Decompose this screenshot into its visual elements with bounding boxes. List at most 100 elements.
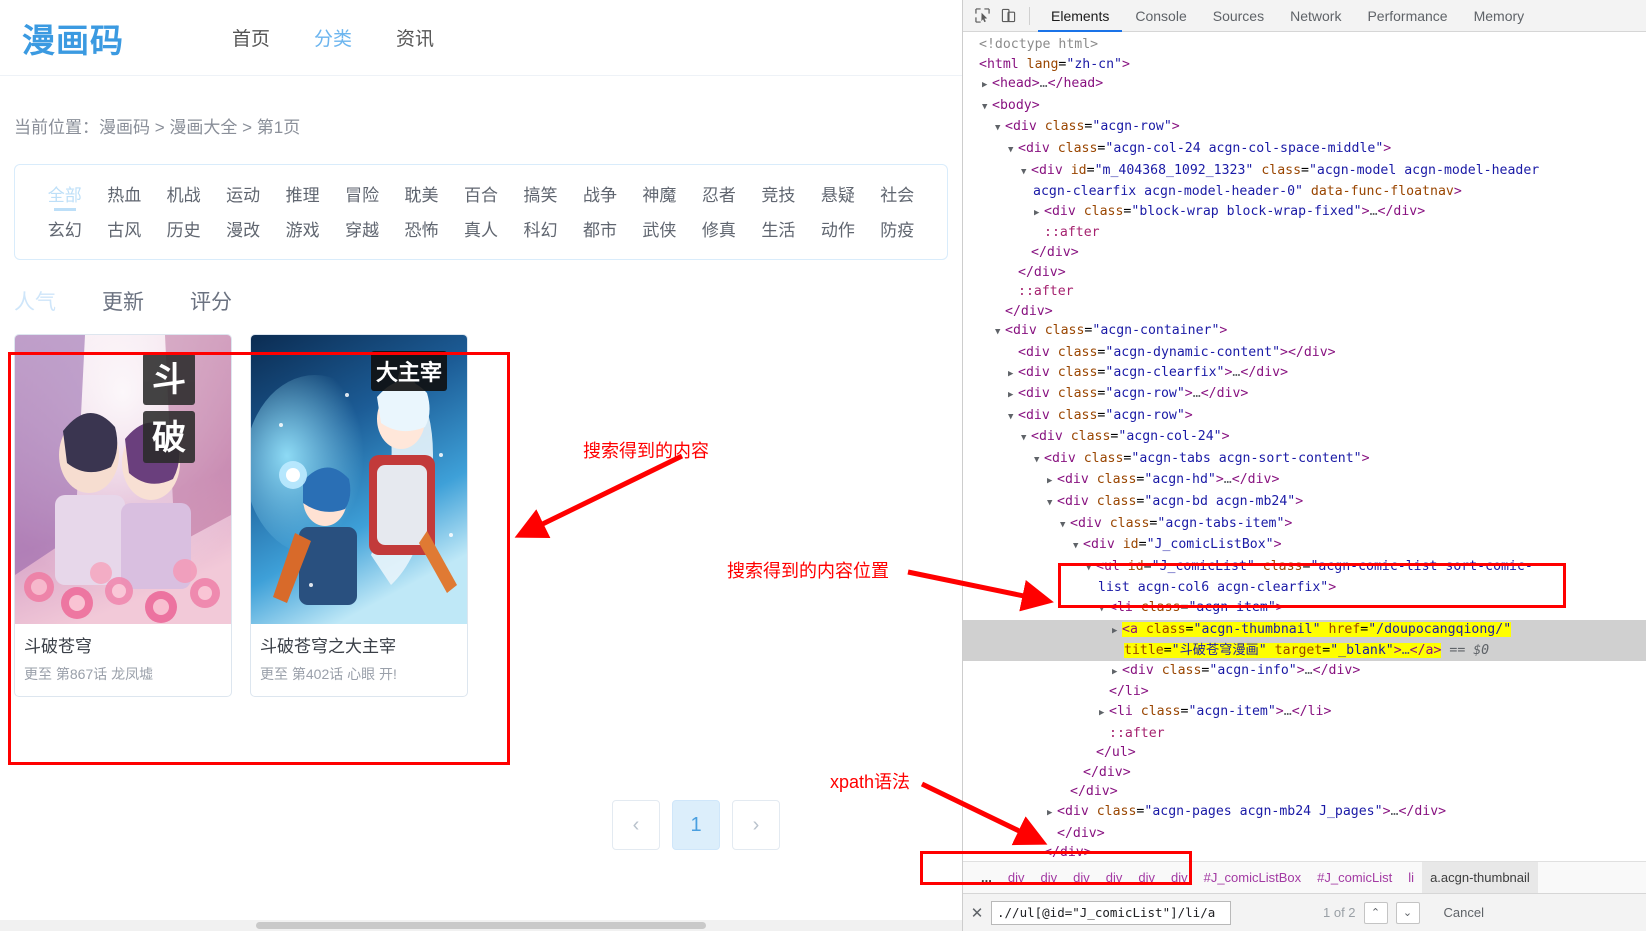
- nav-item-home[interactable]: 首页: [232, 24, 270, 51]
- breadcrumb-item[interactable]: div: [1163, 870, 1196, 885]
- breadcrumb-item[interactable]: #J_comicListBox: [1196, 870, 1310, 885]
- dom-tree-line[interactable]: ::after: [963, 282, 1646, 302]
- tab-elements[interactable]: Elements: [1038, 1, 1123, 32]
- category-都市[interactable]: 都市: [570, 216, 629, 245]
- breadcrumb-item[interactable]: div: [1130, 870, 1163, 885]
- twisty-closed-icon[interactable]: ▶: [1008, 386, 1018, 406]
- twisty-open-icon[interactable]: ▼: [1008, 408, 1018, 428]
- category-全部[interactable]: 全部: [35, 181, 94, 210]
- category-穿越[interactable]: 穿越: [332, 216, 391, 245]
- twisty-closed-icon[interactable]: ▶: [1099, 704, 1109, 724]
- tab-console[interactable]: Console: [1122, 1, 1199, 32]
- twisty-closed-icon[interactable]: ▶: [1034, 204, 1044, 224]
- category-忍者[interactable]: 忍者: [689, 181, 748, 210]
- dom-tree-line[interactable]: acgn-clearfix acgn-model-header-0" data-…: [963, 182, 1646, 202]
- dom-tree-line[interactable]: <html lang="zh-cn">: [963, 55, 1646, 75]
- nav-item-category[interactable]: 分类: [314, 24, 352, 51]
- category-漫改[interactable]: 漫改: [213, 216, 272, 245]
- dom-tree-line[interactable]: ▶ <div class="acgn-clearfix">…</div>: [963, 363, 1646, 385]
- dom-tree[interactable]: <!doctype html> <html lang="zh-cn"> ▶ <head…: [963, 32, 1646, 861]
- category-古风[interactable]: 古风: [94, 216, 153, 245]
- category-真人[interactable]: 真人: [451, 216, 510, 245]
- dom-tree-line[interactable]: ▼ <div class="acgn-col-24 acgn-col-space-…: [963, 139, 1646, 161]
- dom-tree-line[interactable]: </div>: [963, 302, 1646, 322]
- breadcrumb-item[interactable]: #J_comicList: [1309, 870, 1400, 885]
- list-item[interactable]: 大主宰 斗破苍穹之大主宰 更至 第402话 心眼 开!: [250, 334, 468, 697]
- dom-tree-line[interactable]: ::after: [963, 724, 1646, 744]
- tab-performance[interactable]: Performance: [1354, 1, 1460, 32]
- cancel-button[interactable]: Cancel: [1444, 905, 1484, 920]
- dom-tree-line[interactable]: ▶ <div class="acgn-pages acgn-mb24 J_page…: [963, 802, 1646, 824]
- list-item[interactable]: 斗 破 斗破苍穹 更至 第867话 龙凤墟: [14, 334, 232, 697]
- pagination-page-1[interactable]: 1: [672, 800, 720, 850]
- dom-tree-line[interactable]: ▼ <div id="m_404368_1092_1323" class="acg…: [963, 161, 1646, 183]
- site-logo[interactable]: 漫画码: [22, 14, 124, 62]
- category-热血[interactable]: 热血: [94, 181, 153, 210]
- dom-tree-line[interactable]: ▼ <div class="acgn-bd acgn-mb24">: [963, 492, 1646, 514]
- comic-title[interactable]: 斗破苍穹之大主宰: [260, 632, 458, 657]
- breadcrumb-item[interactable]: div: [1032, 870, 1065, 885]
- category-耽美[interactable]: 耽美: [392, 181, 451, 210]
- twisty-closed-icon[interactable]: ▶: [1008, 365, 1018, 385]
- dom-tree-line[interactable]: ▶ <div class="acgn-hd">…</div>: [963, 470, 1646, 492]
- category-游戏[interactable]: 游戏: [273, 216, 332, 245]
- tab-network[interactable]: Network: [1277, 1, 1354, 32]
- twisty-open-icon[interactable]: ▼: [1034, 451, 1044, 471]
- twisty-closed-icon[interactable]: ▶: [1112, 622, 1122, 642]
- twisty-open-icon[interactable]: ▼: [1060, 516, 1070, 536]
- category-悬疑[interactable]: 悬疑: [808, 181, 867, 210]
- comic-thumbnail[interactable]: 斗 破: [15, 335, 231, 624]
- dom-tree-line[interactable]: ::after: [963, 223, 1646, 243]
- twisty-closed-icon[interactable]: ▶: [1047, 804, 1057, 824]
- device-toolbar-icon[interactable]: [995, 4, 1021, 28]
- breadcrumb-item[interactable]: a.acgn-thumbnail: [1422, 862, 1538, 893]
- category-武侠[interactable]: 武侠: [630, 216, 689, 245]
- twisty-closed-icon[interactable]: ▶: [1112, 663, 1122, 683]
- tab-memory[interactable]: Memory: [1461, 1, 1538, 32]
- dom-tree-line[interactable]: ▼ <ul id="J_comicList" class="acgn-comic-…: [963, 557, 1646, 579]
- dom-tree-line[interactable]: ▼ <div class="acgn-tabs acgn-sort-content…: [963, 449, 1646, 471]
- twisty-open-icon[interactable]: ▼: [982, 98, 992, 118]
- twisty-closed-icon[interactable]: ▶: [1047, 472, 1057, 492]
- dom-tree-line[interactable]: ▶ <div class="acgn-info">…</div>: [963, 661, 1646, 683]
- pagination-next[interactable]: ›: [732, 800, 780, 850]
- dom-tree-line[interactable]: </div>: [963, 824, 1646, 844]
- category-恐怖[interactable]: 恐怖: [392, 216, 451, 245]
- twisty-open-icon[interactable]: ▼: [1008, 141, 1018, 161]
- dom-tree-line[interactable]: ▼ <div class="acgn-row">: [963, 406, 1646, 428]
- dom-tree-line[interactable]: ▼ <div id="J_comicListBox">: [963, 535, 1646, 557]
- category-战争[interactable]: 战争: [570, 181, 629, 210]
- category-动作[interactable]: 动作: [808, 216, 867, 245]
- dom-tree-line[interactable]: <div class="acgn-dynamic-content"></div>: [963, 343, 1646, 363]
- dom-tree-line[interactable]: </div>: [963, 843, 1646, 861]
- category-历史[interactable]: 历史: [154, 216, 213, 245]
- breadcrumb-item[interactable]: ...: [973, 870, 1000, 885]
- category-神魔[interactable]: 神魔: [630, 181, 689, 210]
- dom-tree-line[interactable]: title="斗破苍穹漫画" target="_blank">…</a> == …: [963, 641, 1646, 661]
- category-机战[interactable]: 机战: [154, 181, 213, 210]
- category-竞技[interactable]: 竞技: [749, 181, 808, 210]
- category-冒险[interactable]: 冒险: [332, 181, 391, 210]
- dom-tree-line[interactable]: ▶ <a class="acgn-thumbnail" href="/doupoc…: [963, 619, 1646, 642]
- inspect-element-icon[interactable]: [969, 4, 995, 28]
- dom-tree-line[interactable]: </div>: [963, 263, 1646, 283]
- category-百合[interactable]: 百合: [451, 181, 510, 210]
- category-推理[interactable]: 推理: [273, 181, 332, 210]
- sort-tab-updated[interactable]: 更新: [102, 286, 144, 316]
- breadcrumb-item[interactable]: div: [1098, 870, 1131, 885]
- category-社会[interactable]: 社会: [868, 181, 927, 210]
- dom-tree-line[interactable]: </div>: [963, 782, 1646, 802]
- dom-tree-line[interactable]: </div>: [963, 763, 1646, 783]
- category-防疫[interactable]: 防疫: [868, 216, 927, 245]
- dom-tree-line[interactable]: </div>: [963, 243, 1646, 263]
- twisty-closed-icon[interactable]: ▶: [982, 76, 992, 96]
- category-搞笑[interactable]: 搞笑: [511, 181, 570, 210]
- horizontal-scrollbar[interactable]: [0, 920, 962, 931]
- category-科幻[interactable]: 科幻: [511, 216, 570, 245]
- dom-tree-line[interactable]: list acgn-col6 acgn-clearfix">: [963, 578, 1646, 598]
- dom-tree-line[interactable]: ▼ <div class="acgn-row">: [963, 117, 1646, 139]
- dom-tree-line[interactable]: </ul>: [963, 743, 1646, 763]
- category-玄幻[interactable]: 玄幻: [35, 216, 94, 245]
- twisty-open-icon[interactable]: ▼: [995, 119, 1005, 139]
- close-icon[interactable]: ✕: [963, 894, 991, 931]
